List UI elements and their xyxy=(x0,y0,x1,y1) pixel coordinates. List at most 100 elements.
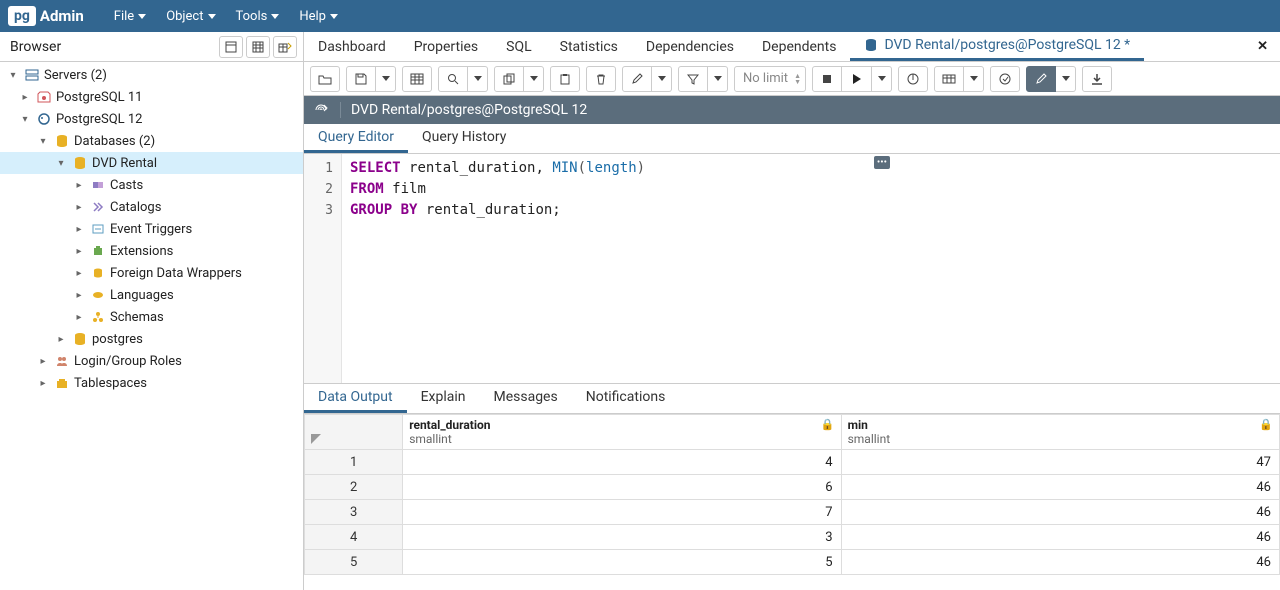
tree-fdw[interactable]: ▸Foreign Data Wrappers xyxy=(0,262,303,284)
save-button[interactable] xyxy=(346,66,376,92)
code-area[interactable]: SELECT rental_duration, MIN(length) FROM… xyxy=(342,154,1280,383)
paste-button[interactable] xyxy=(550,66,580,92)
languages-icon xyxy=(90,287,106,303)
editor-tabs: Query Editor Query History xyxy=(304,124,1280,154)
line-number: 3 xyxy=(304,200,333,221)
tree-label: Foreign Data Wrappers xyxy=(110,266,242,281)
tab-query-label: DVD Rental/postgres@PostgreSQL 12 * xyxy=(884,37,1130,53)
tree-dvd-rental[interactable]: ▾DVD Rental xyxy=(0,152,303,174)
gutter: 1 2 3 xyxy=(304,154,342,383)
tabs: Dashboard Properties SQL Statistics Depe… xyxy=(304,32,1280,62)
rtab-messages[interactable]: Messages xyxy=(479,384,571,413)
macro-dropdown[interactable] xyxy=(1056,66,1076,92)
execute-button[interactable] xyxy=(842,66,872,92)
tree-pg12[interactable]: ▾PostgreSQL 12 xyxy=(0,108,303,130)
open-file-button[interactable] xyxy=(310,66,340,92)
tab-properties[interactable]: Properties xyxy=(400,32,492,61)
commit-button[interactable] xyxy=(990,66,1020,92)
copy-button[interactable] xyxy=(494,66,524,92)
tab-dependencies[interactable]: Dependencies xyxy=(632,32,748,61)
col-header-rental-duration[interactable]: 🔒rental_durationsmallint xyxy=(403,415,841,450)
ws xyxy=(401,160,409,176)
find-dropdown[interactable] xyxy=(468,66,488,92)
browser-btn-3[interactable] xyxy=(273,36,297,58)
limit-select[interactable]: No limit▲▼ xyxy=(734,66,806,92)
tree-extensions[interactable]: ▸Extensions xyxy=(0,240,303,262)
explain-button[interactable] xyxy=(898,66,928,92)
tree-roles[interactable]: ▸Login/Group Roles xyxy=(0,350,303,372)
expand-icon: ▸ xyxy=(36,378,50,389)
cell: 5 xyxy=(403,550,841,575)
execute-dropdown[interactable] xyxy=(872,66,892,92)
browser-btn-1[interactable] xyxy=(219,36,243,58)
col-header-min[interactable]: 🔒minsmallint xyxy=(841,415,1279,450)
expand-icon: ▸ xyxy=(72,290,86,301)
tree-label: Extensions xyxy=(110,244,173,259)
tree-event-triggers[interactable]: ▸Event Triggers xyxy=(0,218,303,240)
tree-pg11[interactable]: ▸PostgreSQL 11 xyxy=(0,86,303,108)
subtab-query-editor[interactable]: Query Editor xyxy=(304,124,408,153)
edit-grid-button[interactable] xyxy=(402,66,432,92)
explain-analyze-button[interactable] xyxy=(934,66,964,92)
tree-label: PostgreSQL 11 xyxy=(56,90,142,105)
edit-button[interactable] xyxy=(622,66,652,92)
tab-sql[interactable]: SQL xyxy=(492,32,545,61)
roles-icon xyxy=(54,353,70,369)
stop-button[interactable] xyxy=(812,66,842,92)
tree-tablespaces[interactable]: ▸Tablespaces xyxy=(0,372,303,394)
rtab-data-output[interactable]: Data Output xyxy=(304,384,407,413)
tab-close-button[interactable]: ✕ xyxy=(1245,32,1280,61)
menu-tools[interactable]: Tools xyxy=(226,3,290,30)
rownum-header[interactable] xyxy=(305,415,403,450)
save-dropdown[interactable] xyxy=(376,66,396,92)
tree-casts[interactable]: ▸Casts xyxy=(0,174,303,196)
copy-dropdown[interactable] xyxy=(524,66,544,92)
filter-dropdown[interactable] xyxy=(708,66,728,92)
tablespace-icon xyxy=(54,375,70,391)
macro-button[interactable] xyxy=(1026,66,1056,92)
browser-btn-2[interactable] xyxy=(246,36,270,58)
query-editor[interactable]: 1 2 3 SELECT rental_duration, MIN(length… xyxy=(304,154,1280,384)
expand-icon: ▸ xyxy=(72,312,86,323)
tree-label: PostgreSQL 12 xyxy=(56,112,142,127)
expand-icon: ▸ xyxy=(54,334,68,345)
table-row[interactable]: 4346 xyxy=(305,525,1280,550)
lock-icon: 🔒 xyxy=(1259,418,1273,431)
tree-schemas[interactable]: ▸Schemas xyxy=(0,306,303,328)
download-button[interactable] xyxy=(1082,66,1112,92)
delete-button[interactable] xyxy=(586,66,616,92)
find-button[interactable] xyxy=(438,66,468,92)
tab-query[interactable]: DVD Rental/postgres@PostgreSQL 12 * xyxy=(850,32,1144,61)
table-row[interactable]: 3746 xyxy=(305,500,1280,525)
edit-dropdown[interactable] xyxy=(652,66,672,92)
filter-button[interactable] xyxy=(678,66,708,92)
kw-select: SELECT xyxy=(350,160,401,176)
table-row[interactable]: 5546 xyxy=(305,550,1280,575)
tree-catalogs[interactable]: ▸Catalogs xyxy=(0,196,303,218)
connection-icon[interactable] xyxy=(312,101,330,119)
menu-help[interactable]: Help xyxy=(289,3,348,30)
chevron-down-icon xyxy=(271,14,279,19)
subtab-query-history[interactable]: Query History xyxy=(408,124,520,153)
tab-dashboard[interactable]: Dashboard xyxy=(304,32,400,61)
rtab-explain[interactable]: Explain xyxy=(407,384,480,413)
menu-object[interactable]: Object xyxy=(156,3,225,30)
tree-label: Servers (2) xyxy=(44,68,107,83)
chevron-down-icon xyxy=(658,76,666,81)
scratchpad-toggle[interactable]: ••• xyxy=(874,156,890,169)
tbl-film: film xyxy=(392,181,426,197)
rownum: 3 xyxy=(305,500,403,525)
database-icon xyxy=(864,38,878,52)
table-row[interactable]: 2646 xyxy=(305,475,1280,500)
menu-help-label: Help xyxy=(299,9,326,24)
explain-dropdown[interactable] xyxy=(964,66,984,92)
tree-databases[interactable]: ▾Databases (2) xyxy=(0,130,303,152)
tree-postgres-db[interactable]: ▸postgres xyxy=(0,328,303,350)
tree-servers[interactable]: ▾Servers (2) xyxy=(0,64,303,86)
rtab-notifications[interactable]: Notifications xyxy=(572,384,680,413)
tree-languages[interactable]: ▸Languages xyxy=(0,284,303,306)
tab-statistics[interactable]: Statistics xyxy=(546,32,632,61)
tab-dependents[interactable]: Dependents xyxy=(748,32,850,61)
table-row[interactable]: 1447 xyxy=(305,450,1280,475)
menu-file[interactable]: File xyxy=(104,3,156,30)
